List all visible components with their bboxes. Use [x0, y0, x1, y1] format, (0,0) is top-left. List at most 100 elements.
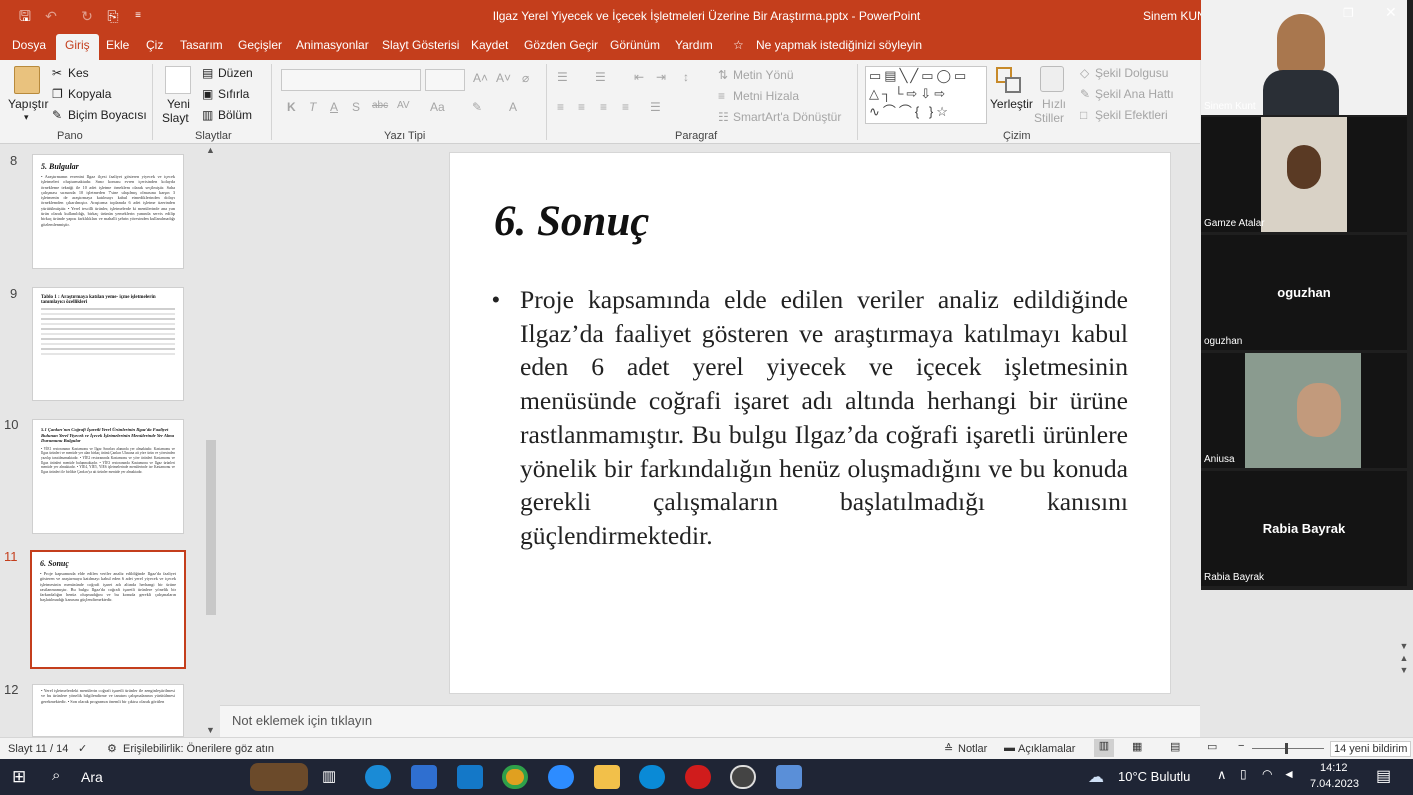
- copy-button[interactable]: Kopyala: [68, 87, 111, 101]
- smartart-button[interactable]: SmartArt'a Dönüştür: [733, 110, 841, 124]
- highlight-icon[interactable]: ✎: [472, 100, 482, 114]
- tab-giris[interactable]: Giriş: [56, 34, 99, 60]
- shrink-font-icon[interactable]: A˅: [496, 71, 511, 85]
- cut-button[interactable]: Kes: [68, 66, 89, 80]
- tab-kaydet[interactable]: Kaydet: [471, 38, 508, 52]
- bold-button[interactable]: K: [287, 100, 296, 114]
- slide-scroll-controls[interactable]: ▼ ▲ ▼: [1397, 640, 1411, 690]
- align-left-icon[interactable]: ≡: [557, 100, 564, 114]
- notes-button[interactable]: Notlar: [958, 743, 987, 755]
- slide-thumbnail-8[interactable]: 5. Bulgular • Araştırmanın evrenini Ilga…: [32, 154, 184, 269]
- increase-indent-icon[interactable]: ⇥: [656, 70, 666, 84]
- scrollbar-thumb[interactable]: [206, 440, 216, 615]
- restore-icon[interactable]: ❐: [1343, 6, 1354, 20]
- notes-icon[interactable]: ≙: [944, 742, 953, 755]
- font-color-icon[interactable]: A: [509, 100, 517, 114]
- media-player-icon[interactable]: [730, 765, 756, 789]
- quick-styles-button-2[interactable]: Stiller: [1034, 111, 1064, 125]
- scroll-down-icon[interactable]: ▼: [206, 725, 215, 735]
- shapes-gallery[interactable]: ▭▤╲╱▭◯▭ △┐└⇨⇩⇨ ∿⌒⌒{ }☆: [865, 66, 987, 124]
- tab-gecisler[interactable]: Geçişler: [238, 38, 282, 52]
- arrange-button[interactable]: Yerleştir: [990, 97, 1033, 111]
- layout-button[interactable]: Düzen: [218, 66, 253, 80]
- new-slide-button[interactable]: Yeni: [167, 97, 190, 111]
- tab-ekle[interactable]: Ekle: [106, 38, 129, 52]
- task-view-icon[interactable]: ▥: [322, 767, 336, 785]
- change-case-button[interactable]: Aa: [430, 100, 445, 114]
- bullets-icon[interactable]: ☰: [557, 70, 568, 84]
- notes-pane[interactable]: Not eklemek için tıklayın: [220, 705, 1200, 737]
- section-icon[interactable]: ▥: [202, 108, 213, 122]
- wifi-icon[interactable]: ◠: [1262, 767, 1272, 781]
- clock-time[interactable]: 14:12: [1320, 762, 1348, 774]
- font-size-field[interactable]: [425, 69, 465, 91]
- zoom-out-icon[interactable]: −: [1238, 740, 1244, 752]
- brush-icon[interactable]: ✎: [52, 108, 62, 122]
- tab-gozden-gecir[interactable]: Gözden Geçir: [524, 38, 598, 52]
- shadow-button[interactable]: S: [352, 100, 360, 114]
- slide-canvas[interactable]: 6. Sonuç • Proje kapsamında elde edilen …: [449, 152, 1171, 694]
- file-explorer-icon[interactable]: [594, 765, 620, 789]
- reading-view-icon[interactable]: ▤: [1170, 740, 1180, 753]
- new-slide-button-2[interactable]: Slayt: [162, 111, 189, 125]
- columns-icon[interactable]: ☰: [650, 100, 661, 114]
- paste-button[interactable]: Yapıştır: [8, 97, 48, 111]
- copy-icon[interactable]: ❐: [52, 87, 63, 101]
- skype-icon[interactable]: [639, 765, 665, 789]
- store-icon[interactable]: [411, 765, 437, 789]
- align-right-icon[interactable]: ≡: [600, 100, 607, 114]
- zoom-icon[interactable]: [548, 765, 574, 789]
- underline-button[interactable]: A: [330, 100, 338, 114]
- zoom-slider-thumb[interactable]: [1285, 743, 1288, 754]
- comments-button[interactable]: Açıklamalar: [1018, 743, 1075, 755]
- justify-icon[interactable]: ≡: [622, 100, 629, 114]
- edge-icon[interactable]: [365, 765, 391, 789]
- taskbar-search[interactable]: Ara: [81, 769, 103, 785]
- tab-ciz[interactable]: Çiz: [146, 38, 163, 52]
- tell-me-search[interactable]: Ne yapmak istediğinizi söyleyin: [756, 38, 922, 52]
- slide-thumbnail-12[interactable]: • Yerel işletmelerdeki menülerin coğrafi…: [32, 684, 184, 737]
- text-direction-button[interactable]: Metin Yönü: [733, 68, 794, 82]
- accessibility-icon[interactable]: ⚙: [107, 742, 117, 755]
- opera-icon[interactable]: [685, 765, 711, 789]
- shape-fill-button[interactable]: Şekil Dolgusu: [1095, 66, 1168, 80]
- format-painter-button[interactable]: Biçim Boyacısı: [68, 108, 147, 122]
- reset-button[interactable]: Sıfırla: [218, 87, 249, 101]
- align-center-icon[interactable]: ≡: [578, 100, 585, 114]
- arrange-icon[interactable]: [996, 67, 1022, 95]
- paint-bucket-icon[interactable]: ◇: [1080, 66, 1089, 80]
- grow-font-icon[interactable]: A˄: [473, 71, 488, 85]
- scroll-up-icon[interactable]: ▲: [206, 145, 215, 155]
- tab-tasarim[interactable]: Tasarım: [180, 38, 223, 52]
- align-text-button[interactable]: Metni Hizala: [733, 89, 799, 103]
- quick-styles-button[interactable]: Hızlı: [1042, 97, 1066, 111]
- close-icon[interactable]: ✕: [1385, 4, 1397, 21]
- smartart-icon[interactable]: ☷: [718, 110, 729, 124]
- tab-slayt-gosterisi[interactable]: Slayt Gösterisi: [382, 38, 459, 52]
- shape-outline-button[interactable]: Şekil Ana Hattı: [1095, 87, 1174, 101]
- scissors-icon[interactable]: ✂: [52, 66, 62, 80]
- accessibility-status[interactable]: Erişilebilirlik: Önerilere göz atın: [123, 743, 274, 755]
- slideshow-view-icon[interactable]: ▭: [1207, 740, 1217, 753]
- slide-thumbnail-9[interactable]: Tablo 1 : Araştırmaya katılan yeme- içme…: [32, 287, 184, 401]
- participant-tile-3[interactable]: oguzhan oguzhan: [1201, 235, 1407, 350]
- section-button[interactable]: Bölüm: [218, 108, 252, 122]
- tab-animasyonlar[interactable]: Animasyonlar: [296, 38, 369, 52]
- battery-icon[interactable]: ▯: [1240, 767, 1247, 781]
- paste-icon[interactable]: [14, 66, 40, 94]
- participant-tile-2[interactable]: Gamze Atalar: [1201, 117, 1407, 232]
- reset-icon[interactable]: ▣: [202, 87, 213, 101]
- font-name-field[interactable]: [281, 69, 421, 91]
- slide-body-text[interactable]: Proje kapsamında elde edilen veriler ana…: [520, 283, 1128, 553]
- slide-sorter-icon[interactable]: ▦: [1132, 740, 1142, 753]
- weather-text[interactable]: 10°C Bulutlu: [1118, 769, 1190, 784]
- notification-center-icon[interactable]: ▤: [1376, 766, 1391, 786]
- tab-gorunum[interactable]: Görünüm: [610, 38, 660, 52]
- italic-button[interactable]: T: [309, 100, 316, 114]
- slide-title[interactable]: 6. Sonuç: [494, 197, 649, 246]
- chevron-down-icon[interactable]: ▾: [24, 112, 29, 123]
- clock-date[interactable]: 7.04.2023: [1310, 778, 1359, 790]
- thumbnail-scrollbar[interactable]: ▲ ▼: [204, 145, 218, 737]
- zoom-slider[interactable]: [1252, 748, 1324, 749]
- notifications-toast[interactable]: 14 yeni bildirim: [1330, 741, 1412, 757]
